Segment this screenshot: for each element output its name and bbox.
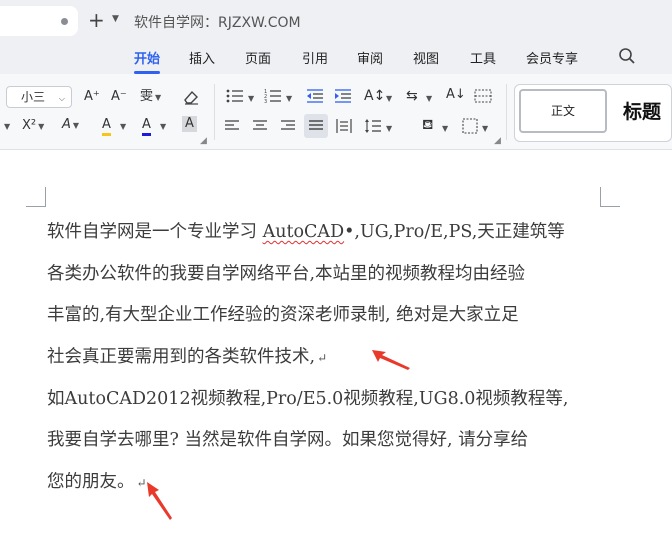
shrink-font-button[interactable]: A⁻ xyxy=(111,89,127,105)
plus-icon[interactable]: + xyxy=(88,9,105,31)
chevron-down-icon: ⌵ xyxy=(58,94,65,103)
text-effect-button[interactable]: A ▼ xyxy=(62,117,79,134)
tab-references[interactable]: 引用 xyxy=(302,48,328,67)
chevron-down-icon: ▼ xyxy=(38,122,45,131)
search-icon[interactable] xyxy=(618,47,636,65)
align-right-icon[interactable] xyxy=(280,119,296,133)
ribbon-tabs: 开始 插入 页面 引用 审阅 视图 工具 会员专享 xyxy=(0,40,672,74)
chevron-down-icon[interactable]: ▼ xyxy=(384,120,392,137)
chevron-down-icon[interactable]: ▼ xyxy=(424,90,432,107)
paragraph-line[interactable]: 软件自学网是一个专业学习 AutoCAD•,UG,Pro/E,PS,天正建筑等 xyxy=(47,218,565,243)
paragraph-line[interactable]: 如AutoCAD2012视频教程,Pro/E5.0视频教程,UG8.0视频教程等… xyxy=(47,385,569,410)
style-normal[interactable]: 正文 xyxy=(519,89,607,133)
paragraph-line[interactable]: 您的朋友。 ↵ xyxy=(47,468,147,493)
sort-icon[interactable]: A↓ xyxy=(446,87,466,103)
tab-home[interactable]: 开始 xyxy=(134,48,160,67)
gridlines-icon[interactable] xyxy=(474,88,492,104)
paragraph-dialog-launcher-icon[interactable]: ◢ xyxy=(494,136,501,146)
paragraph-mark-icon: ↵ xyxy=(317,351,328,365)
superscript-button[interactable]: X² ▼ xyxy=(22,118,44,135)
group-separator xyxy=(506,84,507,140)
line-break-icon[interactable]: ⇆ xyxy=(406,88,418,104)
group-separator xyxy=(214,84,215,140)
grow-font-label: A⁺ xyxy=(84,89,100,104)
borders-icon[interactable] xyxy=(462,118,478,134)
chevron-down-icon[interactable]: ▼ xyxy=(440,120,448,137)
text-direction-icon[interactable]: A↕ xyxy=(364,88,385,104)
chevron-down-icon: ▼ xyxy=(155,93,162,102)
document-tab[interactable] xyxy=(0,6,78,36)
document-page[interactable]: 软件自学网是一个专业学习 AutoCAD•,UG,Pro/E,PS,天正建筑等 … xyxy=(0,150,672,560)
paragraph-line[interactable]: 丰富的,有大型企业工作经验的资深老师录制, 绝对是大家立足 xyxy=(47,301,519,326)
margin-corner-mark xyxy=(26,187,46,207)
pinyin-guide-button[interactable]: 雯 ▼ xyxy=(140,89,161,106)
svg-text:3: 3 xyxy=(264,99,267,104)
chevron-down-icon[interactable]: ▼ xyxy=(158,118,166,135)
chevron-down-icon[interactable]: ▼ xyxy=(112,14,119,24)
highlight-button[interactable]: A xyxy=(102,117,111,136)
distribute-icon[interactable] xyxy=(336,118,352,134)
tab-view[interactable]: 视图 xyxy=(413,48,439,67)
tab-page[interactable]: 页面 xyxy=(245,48,271,67)
chevron-down-icon[interactable]: ▼ xyxy=(246,90,254,107)
annotation-arrow-icon xyxy=(147,482,172,520)
decrease-indent-icon[interactable] xyxy=(306,88,324,104)
char-shading-button[interactable]: A xyxy=(182,116,197,132)
superscript-label: X² xyxy=(22,118,37,133)
tab-membership[interactable]: 会员专享 xyxy=(526,48,578,67)
pinyin-label: 雯 xyxy=(140,89,154,104)
align-left-icon[interactable] xyxy=(224,119,240,133)
font-color-label: A xyxy=(142,117,151,132)
ribbon-toolbar: 小三 ⌵ A⁺ A⁻ 雯 ▼ ▼ X² ▼ A ▼ A ▼ A ▼ A ◢ ▼ 123… xyxy=(0,74,672,150)
justify-button[interactable] xyxy=(304,114,328,138)
paragraph-line[interactable]: 社会真正要需用到的各类软件技术, ↵ xyxy=(47,343,327,368)
char-shading-label: A xyxy=(185,116,194,131)
bullet-list-icon[interactable] xyxy=(226,88,244,104)
increase-indent-icon[interactable] xyxy=(334,88,352,104)
styles-gallery: 正文 标题 xyxy=(514,84,672,142)
chevron-down-icon[interactable]: ▼ xyxy=(284,90,292,107)
shrink-font-label: A⁻ xyxy=(111,89,127,104)
unsaved-dot-icon xyxy=(61,18,68,25)
chevron-down-icon[interactable]: ▼ xyxy=(384,90,392,107)
text-run: 社会真正要需用到的各类软件技术, xyxy=(47,347,316,367)
align-center-icon[interactable] xyxy=(252,119,268,133)
style-heading1[interactable]: 标题 xyxy=(623,97,661,124)
text-run: 软件自学网是一个专业学习 xyxy=(47,222,263,242)
text-effect-label: A xyxy=(62,117,71,132)
tab-insert[interactable]: 插入 xyxy=(189,48,215,67)
misspelled-word[interactable]: AutoCAD xyxy=(263,222,345,242)
align-justify-icon xyxy=(309,120,323,130)
chevron-down-icon[interactable]: ▼ xyxy=(480,120,488,137)
chevron-down-icon[interactable]: ▼ xyxy=(2,118,10,135)
font-size-value: 小三 xyxy=(21,90,46,104)
eraser-icon[interactable] xyxy=(182,88,200,106)
paragraph-line[interactable]: 各类办公软件的我要自学网络平台,本站里的视频教程均由经验 xyxy=(47,260,525,285)
shading-bucket-icon[interactable]: ⛾ xyxy=(422,117,433,133)
paragraph-line[interactable]: 我要自学去哪里? 当然是软件自学网。如果您觉得好, 请分享给 xyxy=(47,426,528,451)
site-title: 软件自学网：RJZXW.COM xyxy=(134,15,301,31)
chevron-down-icon[interactable]: ▼ xyxy=(118,118,126,135)
chevron-down-icon: ▼ xyxy=(72,121,80,130)
text-run: •,UG,Pro/E,PS,天正建筑等 xyxy=(344,222,565,242)
margin-corner-mark xyxy=(600,187,620,207)
font-color-button[interactable]: A xyxy=(142,117,151,136)
grow-font-button[interactable]: A⁺ xyxy=(84,89,100,105)
highlight-label: A xyxy=(102,117,111,132)
text-run: 您的朋友。 xyxy=(47,472,135,492)
title-bar: + ▼ 软件自学网：RJZXW.COM xyxy=(0,0,672,40)
numbered-list-icon[interactable]: 123 xyxy=(264,88,282,104)
line-spacing-icon[interactable] xyxy=(364,118,382,134)
annotation-arrow-icon xyxy=(372,350,410,370)
tab-review[interactable]: 审阅 xyxy=(357,48,383,67)
tab-tools[interactable]: 工具 xyxy=(470,48,496,67)
font-size-select[interactable]: 小三 ⌵ xyxy=(6,86,72,108)
font-dialog-launcher-icon[interactable]: ◢ xyxy=(200,136,207,146)
